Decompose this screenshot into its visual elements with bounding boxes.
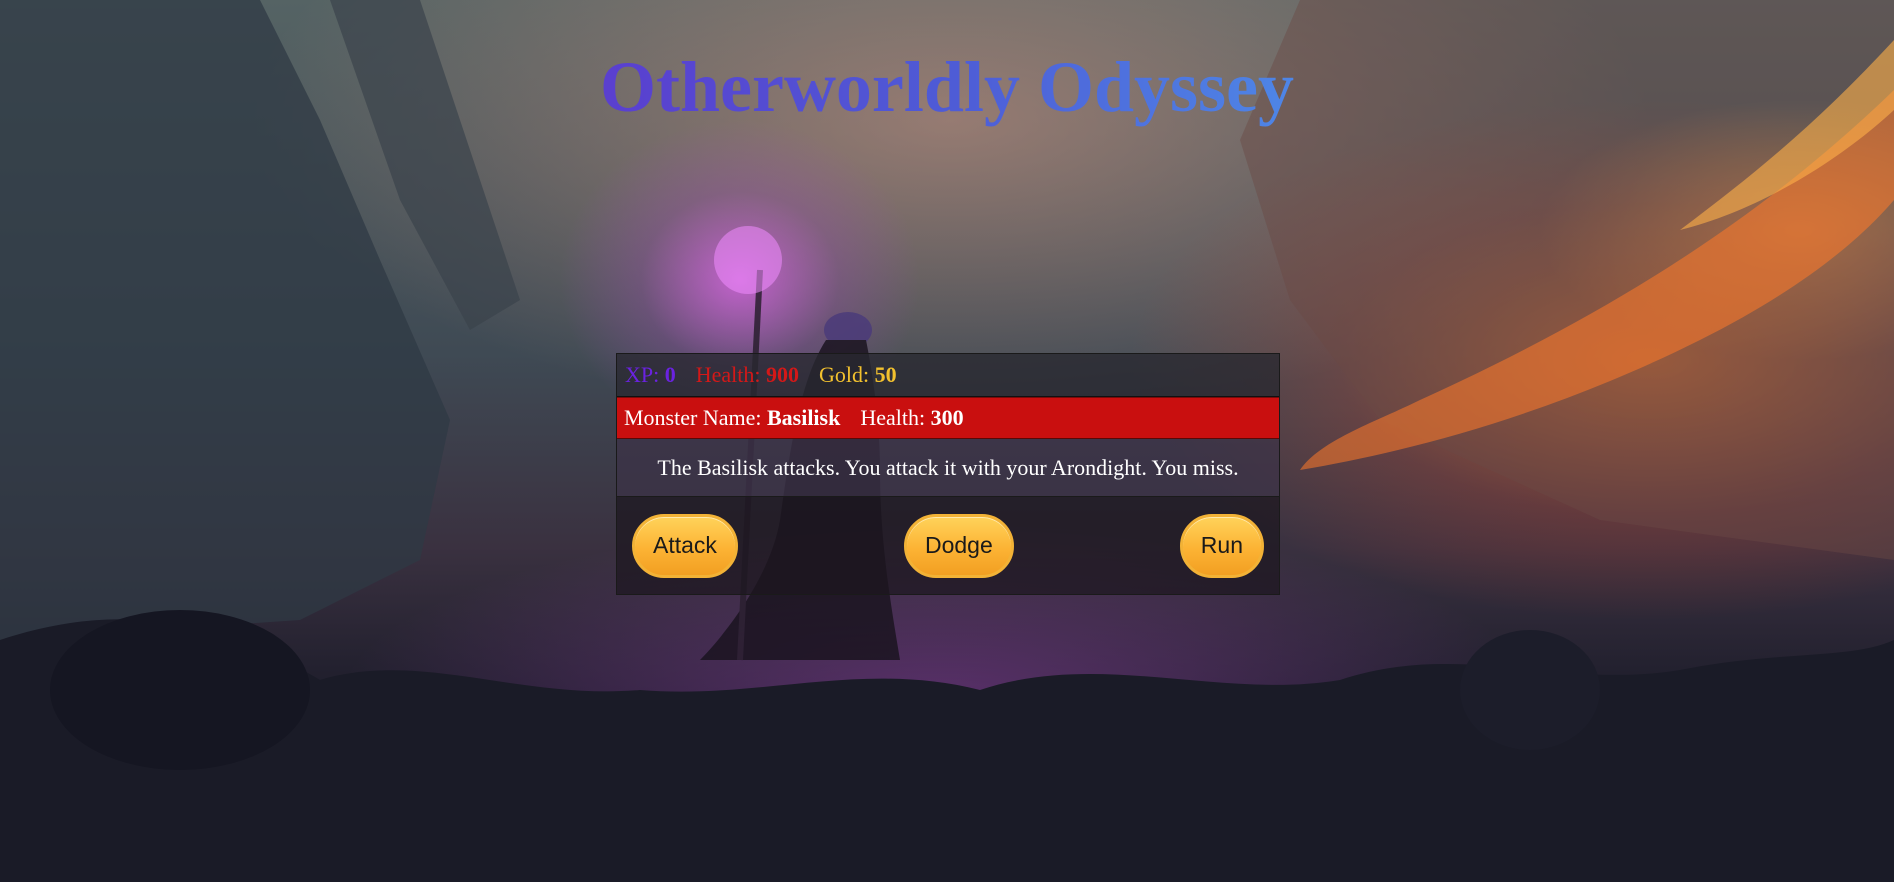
gold-stat: Gold: 50 [819,362,897,388]
combat-message: The Basilisk attacks. You attack it with… [617,439,1279,497]
health-label: Health: [695,362,761,387]
gold-label: Gold: [819,362,870,387]
monster-health-label: Health: [860,405,926,430]
gold-value: 50 [874,362,897,387]
attack-button[interactable]: Attack [632,513,738,578]
boulder-right [1460,630,1600,750]
xp-value: 0 [664,362,676,387]
game-title-text: Otherworldly Odyssey [600,47,1294,127]
game-panel: XP: 0 Health: 900 Gold: 50 Monster Name:… [616,353,1280,595]
monster-name-value: Basilisk [766,405,841,430]
xp-stat: XP: 0 [625,362,676,388]
health-stat: Health: 900 [696,362,799,388]
player-stats-bar: XP: 0 Health: 900 Gold: 50 [617,354,1279,397]
monster-health: Health: 300 [860,405,963,431]
monster-name: Monster Name: Basilisk [624,405,840,431]
action-controls: Attack Dodge Run [617,497,1279,594]
combat-message-text: The Basilisk attacks. You attack it with… [657,454,1239,480]
health-value: 900 [766,362,800,387]
dodge-button[interactable]: Dodge [903,513,1014,578]
xp-label: XP: [625,362,660,387]
monster-stats-bar: Monster Name: Basilisk Health: 300 [617,397,1279,439]
game-title: Otherworldly Odyssey [0,44,1894,130]
boulder-left [50,610,310,770]
monster-health-value: 300 [930,405,964,430]
monster-name-label: Monster Name: [624,405,762,430]
magic-orb [714,226,782,294]
run-button[interactable]: Run [1179,513,1264,578]
